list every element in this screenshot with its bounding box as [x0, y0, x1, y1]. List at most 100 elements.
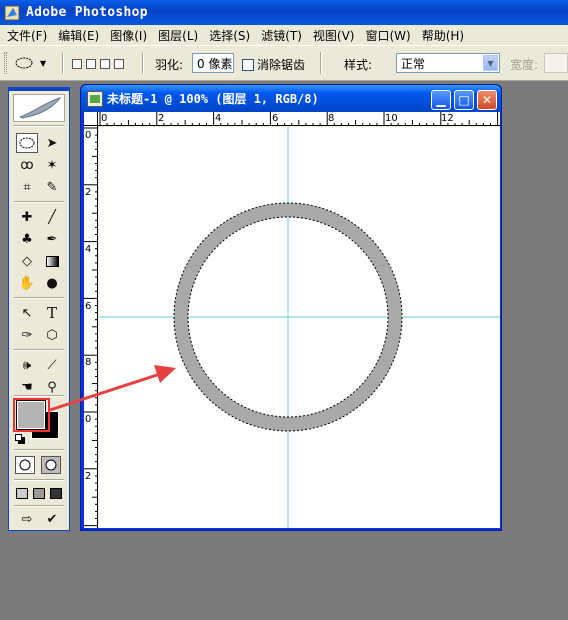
stamp-tool[interactable]: ♣	[16, 229, 38, 249]
ruler-origin[interactable]	[84, 112, 98, 126]
marquee-icon	[19, 137, 35, 149]
add-selection-button[interactable]	[86, 59, 96, 69]
brush-tool[interactable]: ╱	[41, 207, 63, 227]
hand-icon: ☚	[21, 379, 33, 395]
default-colors-icon[interactable]	[15, 434, 22, 441]
screen-mode-full-menu[interactable]	[31, 483, 47, 503]
screen-mode-icon	[50, 487, 62, 499]
slice-icon: ✎	[46, 179, 58, 195]
app-title: Adobe Photoshop	[26, 5, 148, 20]
feather-icon	[18, 97, 62, 119]
menu-file[interactable]: 文件(F)	[2, 27, 53, 44]
options-divider	[62, 52, 64, 74]
menu-edit[interactable]: 编辑(E)	[53, 27, 105, 44]
chevron-down-icon: ▼	[40, 58, 47, 68]
jump-to-imageready-button[interactable]: ⇨	[16, 509, 38, 529]
magic-wand-tool[interactable]: ✶	[41, 155, 63, 175]
width-label: 宽度:	[510, 58, 539, 72]
style-label: 样式:	[344, 58, 373, 72]
standard-mode-button[interactable]	[15, 456, 35, 474]
tool-preset-picker[interactable]: ▼	[14, 52, 46, 74]
path-select-tool[interactable]: ↖	[16, 303, 38, 323]
notes-icon: 🕪	[22, 357, 32, 373]
gradient-tool[interactable]	[41, 251, 63, 271]
ruler-label: 8	[85, 357, 91, 368]
eyedropper-tool[interactable]: ⟋	[41, 355, 63, 375]
notes-tool[interactable]: 🕪	[16, 355, 38, 375]
type-tool[interactable]: T	[41, 303, 63, 323]
move-tool[interactable]: ➤	[41, 133, 63, 153]
dodge-tool[interactable]: ●	[41, 273, 63, 293]
ruler-label: 2	[85, 471, 91, 482]
width-input	[544, 53, 568, 73]
shape-tool[interactable]: ⬡	[41, 325, 63, 345]
menu-image[interactable]: 图像(I)	[105, 27, 153, 44]
app-title-bar: Adobe Photoshop	[0, 0, 568, 25]
toolbox-divider	[14, 449, 64, 451]
close-icon: ✕	[481, 93, 493, 107]
menu-filter[interactable]: 滤镜(T)	[256, 27, 308, 44]
ruler-label: 2	[85, 187, 91, 198]
eraser-tool[interactable]: ◇	[16, 251, 38, 271]
maximize-button[interactable]: □	[454, 90, 474, 110]
menu-window[interactable]: 窗口(W)	[360, 27, 416, 44]
menu-view[interactable]: 视图(V)	[308, 27, 361, 44]
quickmask-mode-button[interactable]	[41, 456, 61, 474]
options-grip[interactable]	[4, 52, 7, 74]
document-window: 未标题-1 @ 100% (图层 1, RGB/8) ▁ □ ✕ 0 2 4 6…	[80, 84, 502, 531]
document-icon	[87, 90, 103, 107]
path-select-icon: ↖	[21, 305, 33, 321]
style-value: 正常	[401, 56, 426, 71]
screen-mode-full[interactable]	[48, 483, 64, 503]
edit-in-imageready-button[interactable]: ✔	[41, 509, 63, 529]
crop-icon: ⌗	[23, 179, 31, 195]
pen-icon: ✑	[21, 327, 33, 343]
history-brush-tool[interactable]: ✒	[41, 229, 63, 249]
ruler-label: 10	[385, 113, 398, 124]
subtract-selection-button[interactable]	[100, 59, 110, 69]
vertical-ruler[interactable]: 0 2 4 6 8 0 2	[84, 126, 98, 528]
minimize-icon: ▁	[436, 93, 446, 107]
zoom-tool[interactable]: ⚲	[41, 377, 63, 397]
healing-tool[interactable]: ✚	[16, 207, 38, 227]
blur-tool[interactable]: ✋	[16, 273, 38, 293]
style-select[interactable]: 正常 ▼	[396, 53, 500, 73]
quickmask-mode-icon	[45, 459, 57, 471]
lasso-tool[interactable]: ꝏ	[16, 155, 38, 175]
options-bar: ▼ 羽化: 0 像素 消除锯齿 样式: 正常 ▼ 宽度:	[0, 45, 568, 81]
screen-mode-standard[interactable]	[14, 483, 30, 503]
blur-icon: ✋	[18, 275, 36, 291]
image-canvas[interactable]	[99, 127, 500, 528]
antialias-label: 消除锯齿	[257, 58, 306, 72]
vertical-ruler-ticks: 0 2 4 6 8 0 2	[84, 127, 97, 527]
ruler-label: 0	[101, 113, 107, 124]
menu-layer[interactable]: 图层(L)	[153, 27, 204, 44]
ruler-label: 4	[215, 113, 221, 124]
screen-mode-icon	[16, 487, 28, 499]
crop-tool[interactable]: ⌗	[16, 177, 38, 197]
toolbox-divider	[14, 349, 64, 351]
toolbox-divider	[14, 297, 64, 299]
dodge-icon: ●	[46, 275, 58, 291]
toolbox-palette: ➤ ꝏ ✶ ⌗ ✎ ✚ ╱ ♣ ✒ ◇ ✋ ● ↖ T ✑ ⬡ 🕪 ⟋ ☚ ⚲ …	[8, 87, 70, 531]
pen-tool[interactable]: ✑	[16, 325, 38, 345]
antialias-checkbox[interactable]: 消除锯齿	[242, 56, 305, 73]
document-title-bar[interactable]: 未标题-1 @ 100% (图层 1, RGB/8) ▁ □ ✕	[81, 85, 501, 112]
photoshop-feather-logo[interactable]	[13, 94, 65, 122]
intersect-selection-button[interactable]	[114, 59, 124, 69]
chevron-down-icon[interactable]: ▼	[483, 55, 498, 71]
menu-select[interactable]: 选择(S)	[204, 27, 256, 44]
ruler-label: 2	[158, 113, 164, 124]
minimize-button[interactable]: ▁	[431, 90, 451, 110]
horizontal-ruler[interactable]: 0 2 4 6 8 10 12	[98, 112, 500, 126]
marquee-tool[interactable]	[16, 133, 38, 153]
lasso-icon: ꝏ	[20, 157, 34, 173]
slice-tool[interactable]: ✎	[41, 177, 63, 197]
feather-input[interactable]: 0 像素	[192, 53, 234, 73]
close-button[interactable]: ✕	[477, 90, 497, 110]
selection-mode-buttons	[72, 58, 128, 72]
menu-help[interactable]: 帮助(H)	[417, 27, 470, 44]
toolbox-divider	[14, 479, 64, 481]
hand-tool[interactable]: ☚	[16, 377, 38, 397]
new-selection-button[interactable]	[72, 59, 82, 69]
